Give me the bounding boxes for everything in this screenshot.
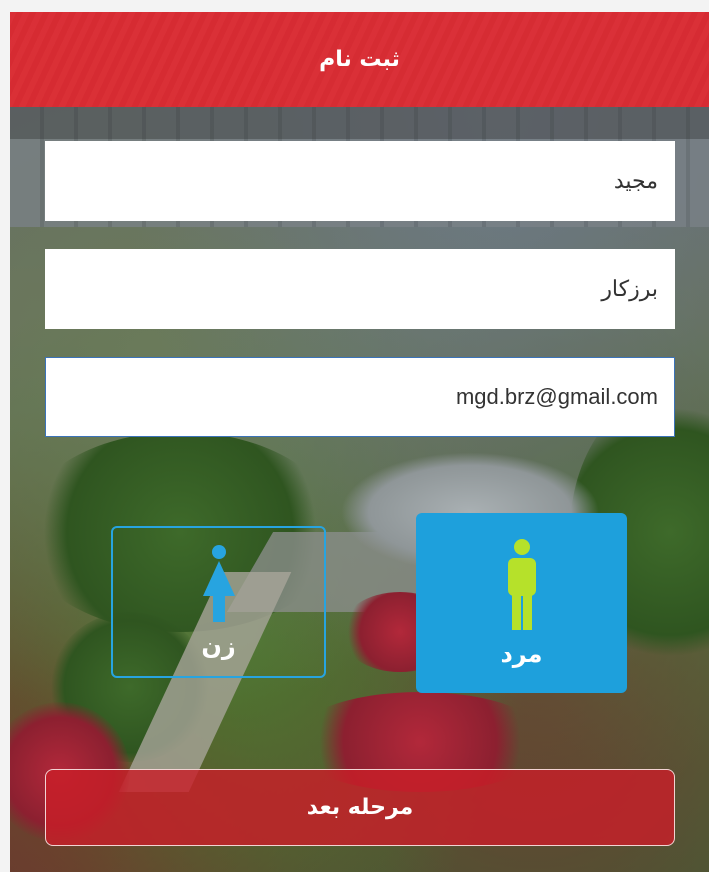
last-name-field[interactable] [45,249,675,329]
female-icon [201,544,237,626]
gender-female-button[interactable]: زن [111,526,326,678]
header-shadow-strip [10,107,709,139]
next-step-label: مرحله بعد [306,795,414,820]
male-icon [504,538,540,634]
gender-male-button[interactable]: مرد [416,513,627,693]
gender-female-label: زن [201,632,236,660]
first-name-field[interactable] [45,141,675,221]
registration-screen: ثبت نام زن مرد مرحله بعد [10,12,709,872]
gender-male-label: مرد [500,640,543,668]
next-step-button[interactable]: مرحله بعد [45,769,675,846]
page-title: ثبت نام [319,47,400,72]
page-header: ثبت نام [10,12,709,107]
email-field[interactable] [45,357,675,437]
